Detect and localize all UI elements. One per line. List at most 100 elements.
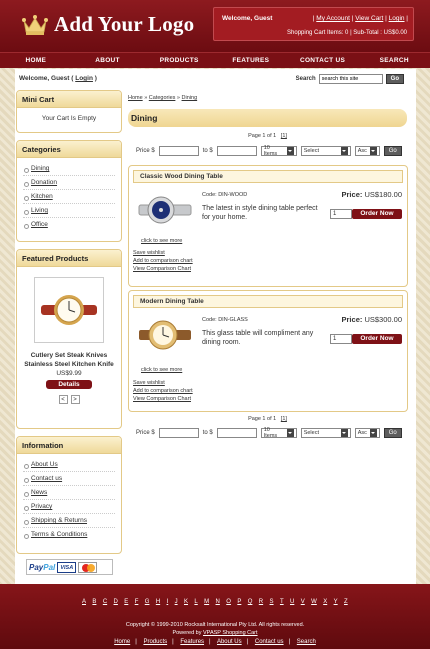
category-donation[interactable]: Donation bbox=[23, 176, 115, 190]
product-image[interactable] bbox=[137, 192, 193, 228]
info-shipping[interactable]: Shipping & Returns bbox=[23, 514, 115, 528]
alphabet-letter-s[interactable]: S bbox=[270, 599, 274, 609]
add-comparison-link[interactable]: Add to comparison chart bbox=[133, 387, 193, 395]
page-1-link[interactable]: [1] bbox=[281, 133, 287, 139]
logo[interactable]: Add Your Logo bbox=[22, 12, 194, 37]
items-per-page-select[interactable]: 10 Items bbox=[260, 145, 297, 157]
alphabet-letter-t[interactable]: T bbox=[280, 599, 284, 609]
save-wishlist-link[interactable]: Save wishlist bbox=[133, 379, 193, 387]
filter-bar-bottom: Price $ to $ 10 Items Select Asc Go bbox=[136, 427, 416, 439]
product-code: Code: DIN-WOOD bbox=[202, 192, 248, 198]
order-select[interactable]: Asc bbox=[354, 146, 380, 156]
nav-products[interactable]: PRODUCTS bbox=[143, 53, 215, 68]
footer-link-contact[interactable]: Contact us bbox=[255, 639, 284, 645]
alphabet-letter-d[interactable]: D bbox=[114, 599, 118, 609]
info-contact-us[interactable]: Contact us bbox=[23, 472, 115, 486]
price-max-input[interactable] bbox=[216, 428, 257, 438]
nav-contact[interactable]: CONTACT US bbox=[287, 53, 359, 68]
alphabet-letter-w[interactable]: W bbox=[311, 599, 317, 609]
alphabet-letter-h[interactable]: H bbox=[156, 599, 160, 609]
view-cart-link[interactable]: View Cart bbox=[355, 15, 383, 22]
view-comparison-link[interactable]: View Comparison Chart bbox=[133, 395, 193, 403]
product-name[interactable]: Modern Dining Table bbox=[133, 295, 403, 308]
details-button[interactable]: Details bbox=[46, 380, 92, 389]
footer-link-home[interactable]: Home bbox=[114, 639, 130, 645]
category-living[interactable]: Living bbox=[23, 204, 115, 218]
footer-link-products[interactable]: Products bbox=[143, 639, 167, 645]
visa-logo: VISA bbox=[57, 561, 77, 573]
featured-product-name[interactable]: Cutlery Set Steak Knives Stainless Steel… bbox=[17, 351, 121, 369]
add-comparison-link[interactable]: Add to comparison chart bbox=[133, 257, 193, 265]
alphabet-letter-k[interactable]: K bbox=[184, 599, 188, 609]
login-link[interactable]: Login bbox=[389, 15, 405, 22]
my-account-link[interactable]: My Account bbox=[316, 15, 350, 22]
sort-select[interactable]: Select bbox=[300, 428, 351, 438]
breadcrumb-categories[interactable]: Categories bbox=[149, 95, 176, 101]
order-now-button[interactable]: Order Now bbox=[352, 209, 402, 219]
nav-home[interactable]: HOME bbox=[0, 53, 72, 68]
order-select[interactable]: Asc bbox=[354, 428, 380, 438]
category-kitchen[interactable]: Kitchen bbox=[23, 190, 115, 204]
search-input[interactable] bbox=[318, 74, 383, 84]
alphabet-letter-z[interactable]: Z bbox=[344, 599, 348, 609]
info-privacy[interactable]: Privacy bbox=[23, 500, 115, 514]
breadcrumb-dining[interactable]: Dining bbox=[182, 95, 198, 101]
nav-about[interactable]: ABOUT bbox=[72, 53, 144, 68]
alphabet-letter-i[interactable]: I bbox=[167, 599, 169, 609]
sort-select[interactable]: Select bbox=[300, 146, 351, 156]
alphabet-letter-f[interactable]: F bbox=[135, 599, 139, 609]
alphabet-letter-c[interactable]: C bbox=[103, 599, 107, 609]
alphabet-letter-u[interactable]: U bbox=[290, 599, 294, 609]
alphabet-letter-l[interactable]: L bbox=[194, 599, 197, 609]
vpasp-link[interactable]: VPASP Shopping Cart bbox=[203, 630, 258, 636]
save-wishlist-link[interactable]: Save wishlist bbox=[133, 249, 193, 257]
footer-link-features[interactable]: Features bbox=[180, 639, 204, 645]
search-go-button[interactable]: Go bbox=[385, 74, 404, 84]
category-dining[interactable]: Dining bbox=[23, 162, 115, 176]
alphabet-letter-q[interactable]: Q bbox=[248, 599, 253, 609]
alphabet-letter-p[interactable]: P bbox=[237, 599, 241, 609]
view-comparison-link[interactable]: View Comparison Chart bbox=[133, 265, 193, 273]
nav-search[interactable]: SEARCH bbox=[358, 53, 430, 68]
alphabet-letter-b[interactable]: B bbox=[92, 599, 96, 609]
copyright: Copyright © 1999-2010 Rocksalt Internati… bbox=[125, 622, 305, 636]
alphabet-letter-m[interactable]: M bbox=[204, 599, 209, 609]
price-max-input[interactable] bbox=[216, 146, 257, 156]
info-about-us[interactable]: About Us bbox=[23, 458, 115, 472]
see-more-link[interactable]: click to see more bbox=[141, 238, 182, 244]
category-office[interactable]: Office bbox=[23, 218, 115, 231]
footer-link-search[interactable]: Search bbox=[297, 639, 316, 645]
quantity-input[interactable]: 1 bbox=[330, 334, 352, 344]
alphabet-letter-r[interactable]: R bbox=[259, 599, 263, 609]
footer-link-about[interactable]: About Us bbox=[217, 639, 242, 645]
price-min-input[interactable] bbox=[158, 146, 199, 156]
order-now-button[interactable]: Order Now bbox=[352, 334, 402, 344]
alphabet-letter-n[interactable]: N bbox=[216, 599, 220, 609]
alphabet-letter-x[interactable]: X bbox=[323, 599, 327, 609]
breadcrumb-home[interactable]: Home bbox=[128, 95, 143, 101]
filter-go-button[interactable]: Go bbox=[383, 428, 402, 438]
filter-go-button[interactable]: Go bbox=[383, 146, 402, 156]
info-news[interactable]: News bbox=[23, 486, 115, 500]
quantity-input[interactable]: 1 bbox=[330, 209, 352, 219]
info-terms[interactable]: Terms & Conditions bbox=[23, 528, 115, 541]
alphabet-letter-v[interactable]: V bbox=[301, 599, 305, 609]
login-link-inline[interactable]: Login bbox=[75, 75, 93, 82]
alphabet-letter-j[interactable]: J bbox=[175, 599, 178, 609]
alphabet-letter-e[interactable]: E bbox=[124, 599, 128, 609]
alphabet-letter-y[interactable]: Y bbox=[334, 599, 338, 609]
product-image[interactable] bbox=[137, 317, 193, 353]
see-more-link[interactable]: click to see more bbox=[141, 367, 182, 373]
prev-arrow-icon[interactable]: < bbox=[58, 395, 68, 404]
price-min-input[interactable] bbox=[158, 428, 199, 438]
items-per-page-select[interactable]: 10 Items bbox=[260, 427, 297, 439]
featured-product-image[interactable] bbox=[34, 277, 104, 343]
product-description: The latest in style dining table perfect… bbox=[202, 205, 318, 221]
alphabet-letter-g[interactable]: G bbox=[145, 599, 150, 609]
nav-features[interactable]: FEATURES bbox=[215, 53, 287, 68]
page-1-link[interactable]: [1] bbox=[281, 416, 287, 422]
alphabet-letter-o[interactable]: O bbox=[226, 599, 231, 609]
product-name[interactable]: Classic Wood Dining Table bbox=[133, 170, 403, 183]
alphabet-letter-a[interactable]: A bbox=[82, 599, 86, 609]
next-arrow-icon[interactable]: > bbox=[70, 395, 80, 404]
